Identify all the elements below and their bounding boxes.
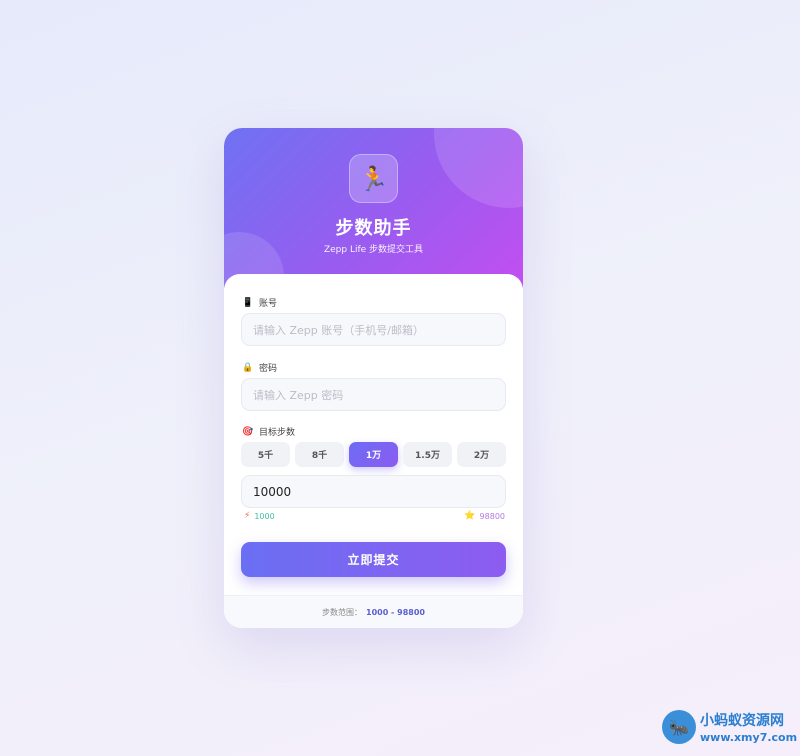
steps-label-text: 目标步数 (259, 428, 296, 438)
account-placeholder: 请输入 Zepp 账号（手机号/邮箱） (253, 323, 424, 337)
password-placeholder: 请输入 Zepp 密码 (253, 388, 344, 402)
watermark-title: 小蚂蚁资源网 (700, 713, 784, 729)
preset-5k-button[interactable]: 5千 (241, 442, 290, 467)
password-label-text: 密码 (259, 364, 278, 374)
card-footer: 步数范围： 1000 - 98800 (224, 595, 523, 628)
login-card: 🏃 步数助手 Zepp Life 步数提交工具 📱 账号 请输入 Zepp 账号… (224, 128, 523, 628)
steps-value: 10000 (253, 484, 292, 499)
card-header: 🏃 步数助手 Zepp Life 步数提交工具 (224, 128, 523, 288)
phone-icon: 📱 (242, 297, 254, 308)
steps-label: 🎯 目标步数 (242, 425, 296, 439)
password-input[interactable]: 请输入 Zepp 密码 (241, 378, 506, 411)
lock-icon: 🔒 (242, 362, 254, 373)
ant-logo-icon: 🐜 (662, 710, 696, 744)
range-min: ⚡ 1000 (244, 511, 275, 521)
account-input[interactable]: 请输入 Zepp 账号（手机号/邮箱） (241, 313, 506, 346)
footer-label: 步数范围： (322, 607, 362, 617)
app-title: 步数助手 (335, 218, 412, 239)
account-label-text: 账号 (259, 299, 278, 309)
footer-range: 1000 - 98800 (366, 607, 425, 617)
target-icon: 🎯 (242, 426, 254, 437)
decorative-bubble (434, 128, 523, 208)
range-min-value: 1000 (254, 511, 275, 521)
preset-15k-button[interactable]: 1.5万 (403, 442, 452, 467)
app-subtitle: Zepp Life 步数提交工具 (323, 245, 424, 255)
range-max-value: 98800 (479, 511, 505, 521)
watermark: 🐜 小蚂蚁资源网 www.xmy7.com (662, 708, 800, 756)
preset-8k-button[interactable]: 8千 (295, 442, 344, 467)
form-body: 📱 账号 请输入 Zepp 账号（手机号/邮箱） 🔒 密码 请输入 Zepp 密… (224, 274, 523, 628)
runner-icon: 🏃 (349, 154, 398, 203)
steps-input[interactable]: 10000 (241, 475, 506, 508)
star-icon: ⭐ (464, 511, 476, 521)
password-label: 🔒 密码 (242, 361, 278, 375)
preset-10k-button[interactable]: 1万 (349, 442, 398, 467)
range-max: ⭐ 98800 (464, 511, 505, 521)
lightning-icon: ⚡ (244, 511, 251, 521)
preset-20k-button[interactable]: 2万 (457, 442, 506, 467)
watermark-url: www.xmy7.com (700, 731, 798, 744)
account-label: 📱 账号 (242, 296, 278, 310)
submit-button[interactable]: 立即提交 (241, 542, 506, 577)
